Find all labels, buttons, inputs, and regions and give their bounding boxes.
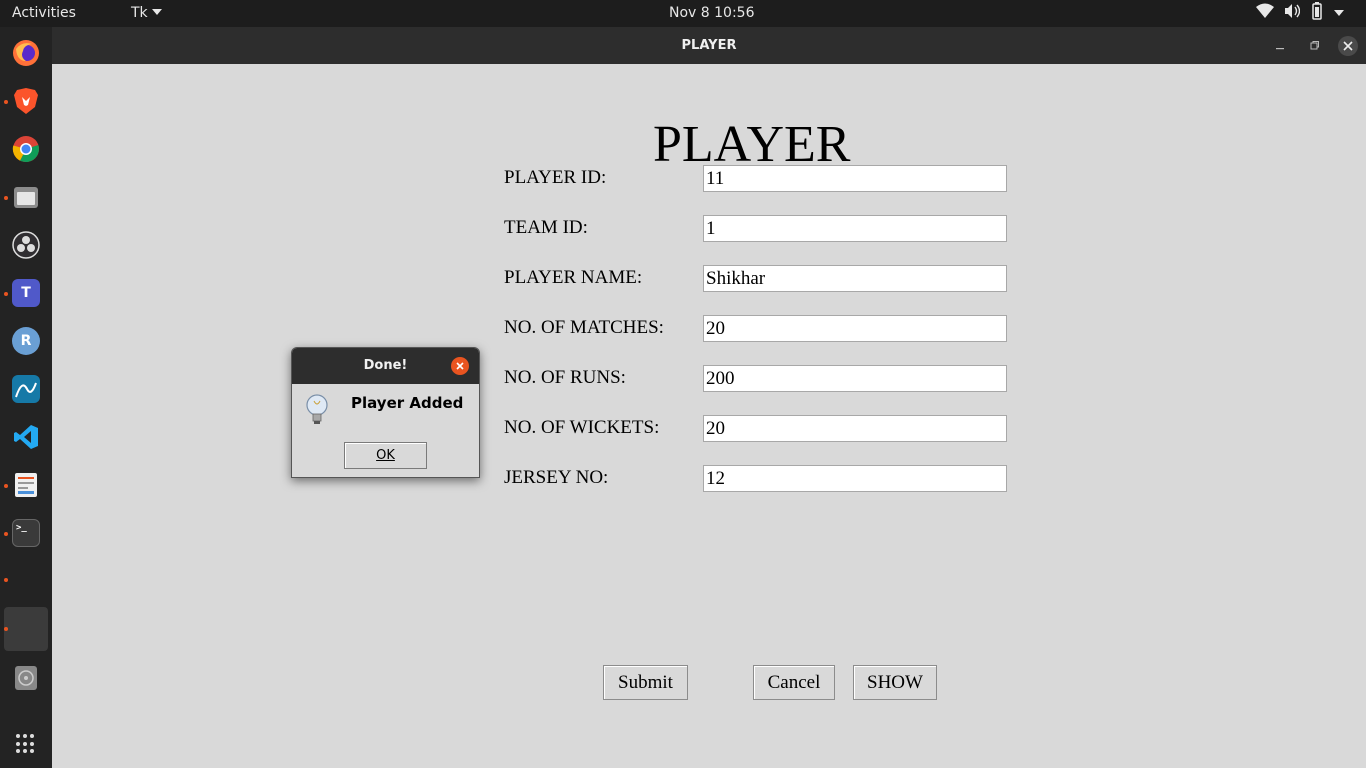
wifi-icon — [1256, 3, 1274, 23]
system-tray[interactable] — [1256, 2, 1344, 24]
volume-icon — [1284, 3, 1301, 23]
player-window: PLAYER PLAYER PLAYER ID: 11 TEAM ID: 1 P… — [52, 27, 1366, 768]
window-titlebar[interactable]: PLAYER — [52, 27, 1366, 64]
teams-icon[interactable]: T — [12, 279, 40, 307]
active-window-icon[interactable] — [4, 607, 48, 651]
show-apps-icon[interactable] — [16, 734, 36, 754]
running-indicator — [4, 196, 8, 200]
lightbulb-icon — [303, 393, 331, 427]
chevron-down-icon — [151, 9, 162, 15]
running-indicator — [4, 484, 8, 488]
team-id-label: TEAM ID: — [504, 217, 588, 238]
wickets-label: NO. OF WICKETS: — [504, 417, 660, 438]
running-indicator — [4, 627, 8, 631]
firefox-icon[interactable] — [12, 39, 40, 67]
disc-icon[interactable] — [12, 664, 40, 692]
files-icon[interactable] — [12, 183, 40, 211]
terminal-prompt: >_ — [16, 523, 27, 533]
player-name-label: PLAYER NAME: — [504, 267, 643, 288]
dialog-close-button[interactable] — [451, 357, 469, 375]
player-id-input[interactable]: 11 — [703, 165, 1007, 192]
obs-icon[interactable] — [12, 231, 40, 259]
vscode-icon[interactable] — [12, 423, 40, 451]
chevron-down-icon — [1334, 5, 1344, 21]
dialog-message: Player Added — [351, 394, 464, 412]
battery-icon — [1310, 2, 1324, 24]
cancel-button[interactable]: Cancel — [753, 665, 835, 700]
jersey-input[interactable]: 12 — [703, 465, 1007, 492]
runs-label: NO. OF RUNS: — [504, 367, 626, 388]
terminal-icon[interactable]: >_ — [12, 519, 40, 547]
running-indicator — [4, 532, 8, 536]
teams-letter: T — [21, 285, 31, 301]
wickets-input[interactable]: 20 — [703, 415, 1007, 442]
activities-button[interactable]: Activities — [12, 5, 76, 21]
chrome-icon[interactable] — [12, 135, 40, 163]
running-indicator — [4, 100, 8, 104]
brave-icon[interactable] — [12, 87, 40, 115]
show-button[interactable]: SHOW — [853, 665, 937, 700]
dock: T R >_ — [0, 27, 52, 768]
player-name-input[interactable]: Shikhar — [703, 265, 1007, 292]
top-bar: Activities Tk Nov 8 10:56 — [0, 0, 1366, 27]
r-icon[interactable]: R — [12, 327, 40, 355]
jersey-label: JERSEY NO: — [504, 467, 609, 488]
submit-button[interactable]: Submit — [603, 665, 688, 700]
app-menu-label: Tk — [131, 5, 148, 21]
running-indicator — [4, 578, 8, 582]
maximize-button[interactable] — [1305, 37, 1323, 55]
runs-input[interactable]: 200 — [703, 365, 1007, 392]
minimize-button[interactable] — [1271, 37, 1289, 55]
matches-input[interactable]: 20 — [703, 315, 1007, 342]
done-dialog: Done! Player Added OK — [291, 347, 480, 478]
running-indicator — [4, 292, 8, 296]
team-id-input[interactable]: 1 — [703, 215, 1007, 242]
clock[interactable]: Nov 8 10:56 — [669, 5, 754, 21]
player-id-label: PLAYER ID: — [504, 167, 607, 188]
window-close-button[interactable] — [1338, 36, 1358, 56]
ok-button[interactable]: OK — [344, 442, 427, 469]
window-title: PLAYER — [681, 38, 737, 53]
text-editor-icon[interactable] — [12, 471, 40, 499]
r-letter: R — [20, 333, 32, 349]
wireshark-icon[interactable] — [12, 375, 40, 403]
app-menu[interactable]: Tk — [131, 5, 162, 21]
matches-label: NO. OF MATCHES: — [504, 317, 664, 338]
